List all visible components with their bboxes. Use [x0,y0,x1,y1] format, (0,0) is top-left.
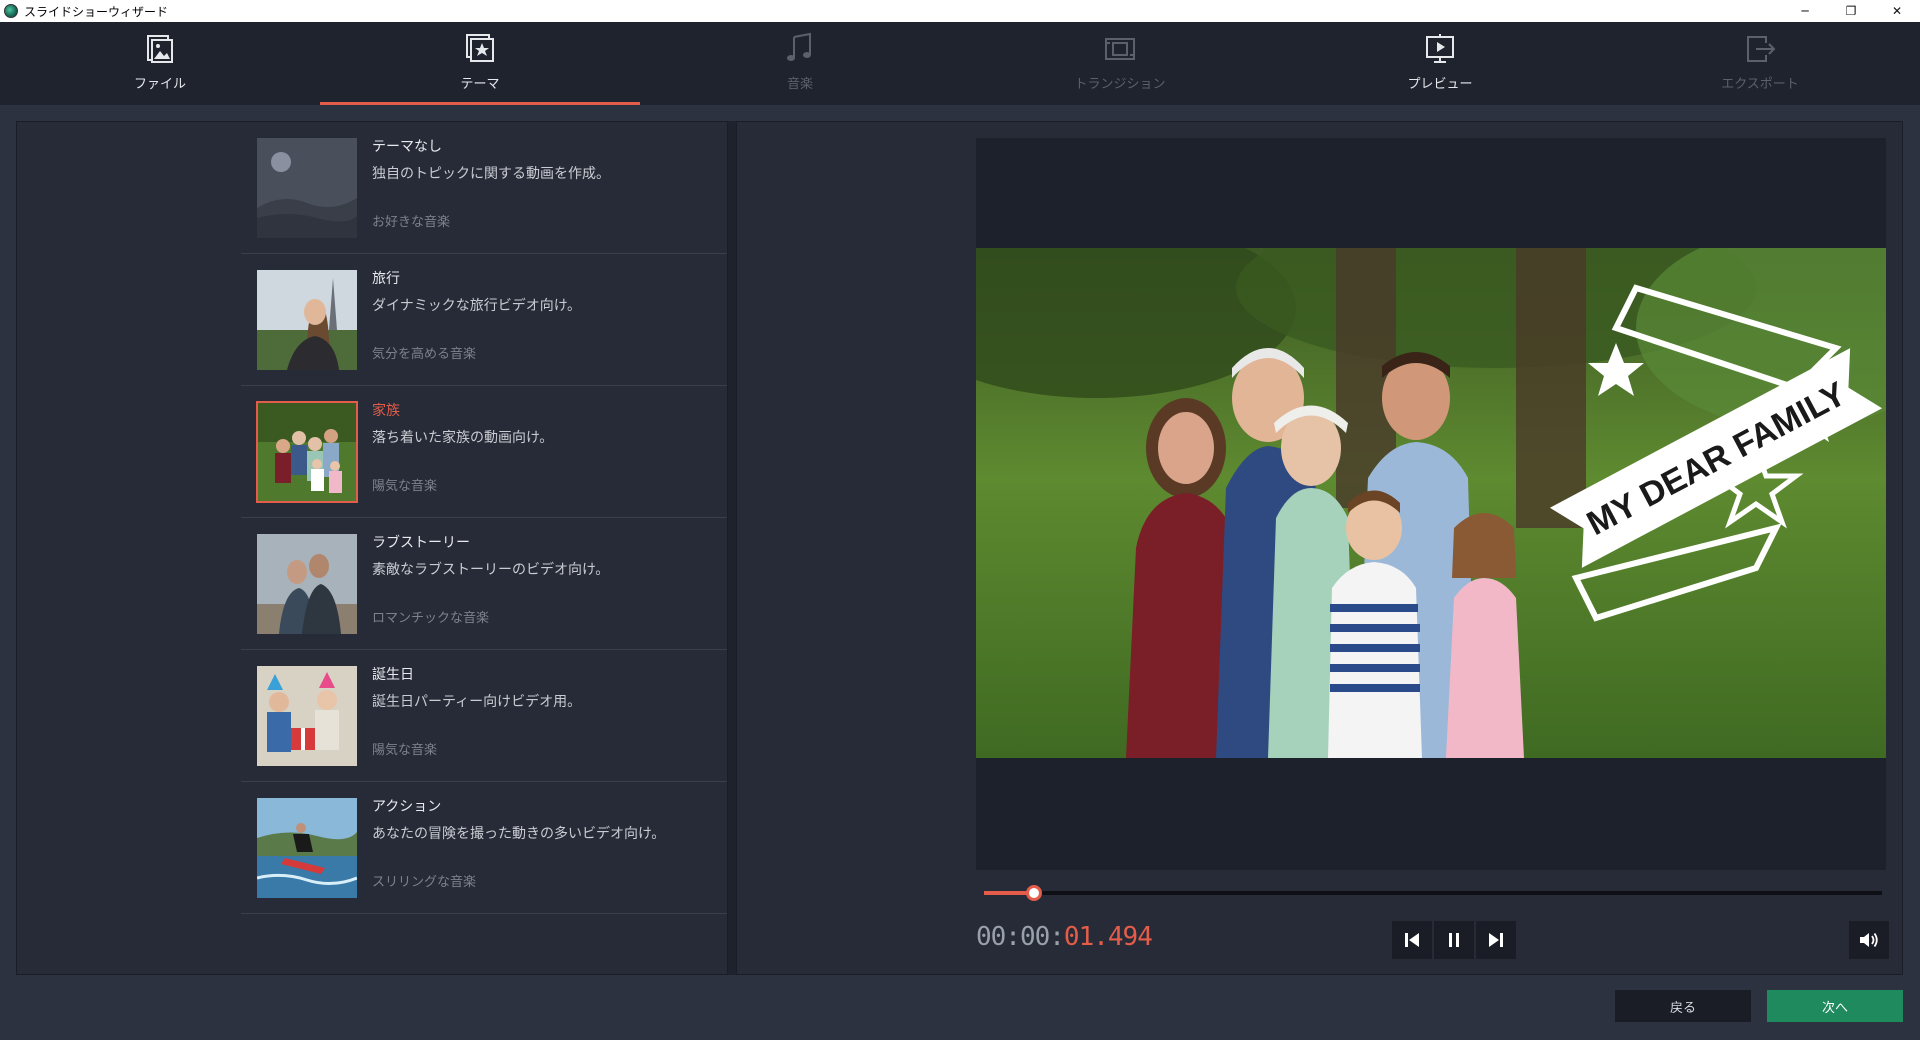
volume-button[interactable] [1849,921,1889,959]
theme-music: 陽気な音楽 [372,479,438,494]
theme-item-birthday[interactable]: 誕生日 誕生日パーティー向けビデオ用。 陽気な音楽 [241,650,727,782]
theme-item-none[interactable]: テーマなし 独自のトピックに関する動画を作成。 お好きな音楽 [241,122,727,254]
music-note-icon [787,32,811,61]
export-icon [1747,36,1776,62]
next-button[interactable]: 次へ [1767,990,1903,1022]
theme-music: スリリングな音楽 [372,875,477,890]
preview-frame: MY DEAR FAMILY [976,248,1886,758]
panel-divider [728,121,736,975]
tab-transition-label: トランジション [1074,77,1166,92]
transition-icon [1105,38,1135,60]
theme-music: お好きな音楽 [372,215,451,230]
tab-theme[interactable]: テーマ [320,22,640,105]
theme-list: テーマなし 独自のトピックに関する動画を作成。 お好きな音楽 旅行 ダイナミック… [241,122,727,914]
tab-file-label: ファイル [133,77,186,92]
theme-list-panel: テーマなし 独自のトピックに関する動画を作成。 お好きな音楽 旅行 ダイナミック… [16,121,728,975]
app-logo-icon [4,4,18,18]
video-preview: MY DEAR FAMILY [976,138,1886,870]
theme-music: 気分を高める音楽 [372,347,477,362]
tab-file[interactable]: ファイル [0,22,320,105]
theme-star-icon [466,34,494,62]
tab-music[interactable]: 音楽 [640,22,960,105]
theme-name: 旅行 [372,271,400,287]
tab-music-label: 音楽 [786,77,813,92]
tab-export[interactable]: エクスポート [1600,22,1920,105]
theme-name: 家族 [372,403,400,419]
theme-description: 落ち着いた家族の動画向け。 [372,430,554,446]
theme-item-love-story[interactable]: ラブストーリー 素敵なラブストーリーのビデオ向け。 ロマンチックな音楽 [241,518,727,650]
file-image-icon [147,35,173,63]
theme-description: 誕生日パーティー向けビデオ用。 [372,694,582,710]
timecode: 00:00:01.494 [976,922,1153,952]
theme-music: 陽気な音楽 [372,743,438,758]
preview-panel: MY DEAR FAMILY 00:00:01.494 [736,121,1903,975]
theme-item-travel[interactable]: 旅行 ダイナミックな旅行ビデオ向け。 気分を高める音楽 [241,254,727,386]
minimize-button[interactable]: ─ [1782,0,1828,22]
theme-description: ダイナミックな旅行ビデオ向け。 [372,298,582,314]
theme-thumbnail-love-story [257,534,357,634]
theme-thumbnail-birthday [257,666,357,766]
theme-description: あなたの冒険を撮った動きの多いビデオ向け。 [372,826,666,842]
timecode-elapsed-prefix: 00:00: [976,922,1065,952]
wizard-steps-nav: ファイル テーマ 音楽 トランジション プレビュー エクスポート [0,22,1920,105]
theme-name: ラブストーリー [372,535,470,551]
previous-button[interactable] [1392,921,1432,959]
theme-name: テーマなし [372,139,442,155]
seek-bar[interactable] [984,885,1882,901]
tab-theme-label: テーマ [460,77,500,92]
title-bar: スライドショーウィザード ─ ❐ ✕ [0,0,1920,22]
theme-description: 素敵なラブストーリーのビデオ向け。 [372,562,610,578]
tab-preview-label: プレビュー [1407,77,1473,92]
back-button[interactable]: 戻る [1615,990,1751,1022]
seek-handle[interactable] [1026,885,1042,901]
theme-thumbnail-family [256,401,358,503]
theme-music: ロマンチックな音楽 [372,611,490,626]
theme-item-family[interactable]: 家族 落ち着いた家族の動画向け。 陽気な音楽 [241,386,727,518]
timecode-elapsed-seconds: 01.494 [1063,922,1153,952]
tab-preview[interactable]: プレビュー [1280,22,1600,105]
preview-play-icon [1426,34,1454,63]
skip-forward-icon [1489,933,1503,947]
pause-button[interactable] [1434,921,1474,959]
theme-item-action[interactable]: アクション あなたの冒険を撮った動きの多いビデオ向け。 スリリングな音楽 [241,782,727,914]
theme-description: 独自のトピックに関する動画を作成。 [372,166,610,182]
restore-button[interactable]: ❐ [1828,0,1874,22]
tab-transition[interactable]: トランジション [960,22,1280,105]
next-frame-button[interactable] [1476,921,1516,959]
close-button[interactable]: ✕ [1874,0,1920,22]
theme-name: 誕生日 [372,667,414,683]
tab-export-label: エクスポート [1721,77,1799,92]
window-title: スライドショーウィザード [24,4,169,19]
speaker-icon [1860,932,1878,948]
theme-thumbnail-travel [257,270,357,370]
theme-thumbnail-action [257,798,357,898]
theme-name: アクション [372,799,442,815]
playback-controls [1392,921,1516,959]
pause-icon [1449,933,1459,947]
theme-thumbnail-none [257,138,357,238]
window-controls: ─ ❐ ✕ [1782,0,1920,22]
skip-back-icon [1405,933,1419,947]
